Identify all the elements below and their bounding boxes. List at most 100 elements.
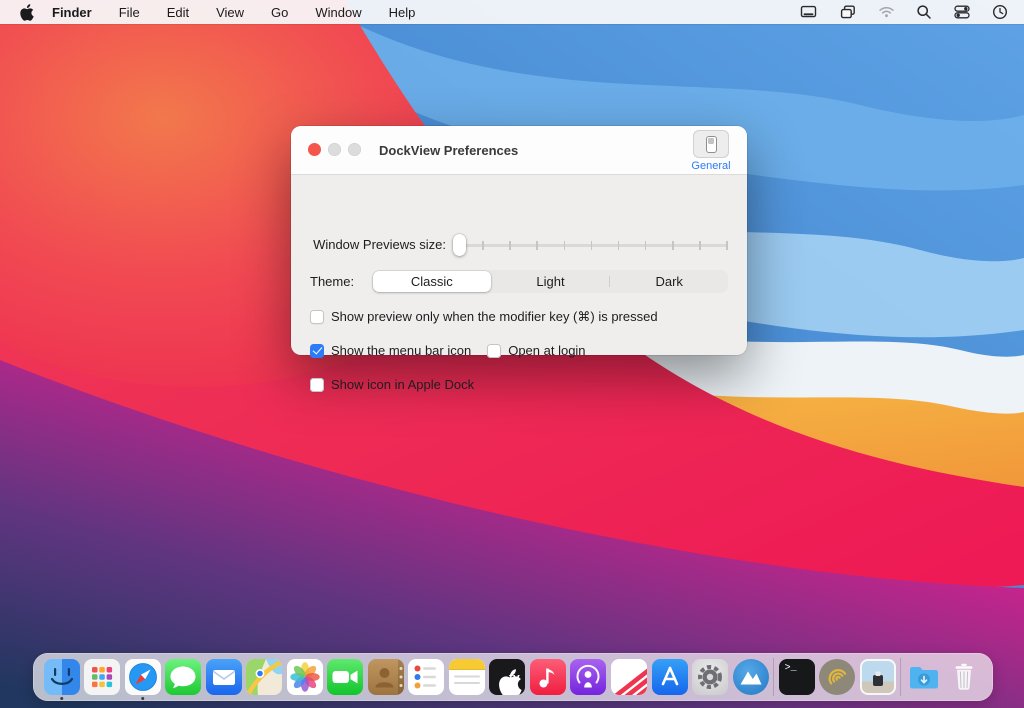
windows-icon[interactable] bbox=[839, 4, 857, 20]
notes-icon bbox=[449, 659, 485, 695]
slider-tick bbox=[645, 241, 647, 250]
dock-item-photos[interactable] bbox=[287, 659, 323, 695]
reminders-icon bbox=[408, 659, 444, 695]
dock-item-launchpad[interactable] bbox=[84, 659, 120, 695]
dock-item-facetime[interactable] bbox=[327, 659, 363, 695]
apple-dock-icon-label[interactable]: Show icon in Apple Dock bbox=[331, 377, 474, 392]
dock-item-tv[interactable]: tv bbox=[489, 659, 525, 695]
dock-item-dockview[interactable] bbox=[733, 659, 769, 695]
search-icon[interactable] bbox=[916, 4, 932, 20]
dock-item-contacts[interactable] bbox=[368, 659, 404, 695]
facetime-icon bbox=[327, 659, 363, 695]
dock-item-notes[interactable] bbox=[449, 659, 485, 695]
photos-icon bbox=[287, 659, 323, 695]
dock-item-system-preferences[interactable] bbox=[692, 659, 728, 695]
slider-tick bbox=[618, 241, 620, 250]
menu-window[interactable]: Window bbox=[315, 5, 361, 20]
dock-item-safari[interactable] bbox=[125, 659, 161, 695]
slider-ticks bbox=[455, 241, 728, 250]
close-button[interactable] bbox=[308, 143, 321, 156]
terminal-prompt: >_ bbox=[785, 663, 797, 674]
dock-item-mail[interactable] bbox=[206, 659, 242, 695]
dock-item-messages[interactable] bbox=[165, 659, 201, 695]
dock-item-audio-app[interactable] bbox=[819, 659, 855, 695]
open-at-login-checkbox[interactable] bbox=[487, 344, 501, 358]
dock-divider bbox=[773, 658, 774, 696]
menu-go[interactable]: Go bbox=[271, 5, 288, 20]
menu-bar-icon-row: Show the menu bar icon Open at login bbox=[310, 343, 586, 358]
mail-icon bbox=[206, 659, 242, 695]
slider-tick bbox=[564, 241, 566, 250]
news-icon bbox=[611, 659, 647, 695]
menu-view[interactable]: View bbox=[216, 5, 244, 20]
modifier-key-row: Show preview only when the modifier key … bbox=[310, 309, 658, 325]
mountain-icon bbox=[733, 659, 769, 695]
display-icon[interactable] bbox=[799, 4, 818, 20]
gear-icon bbox=[692, 659, 728, 695]
apple-dock-icon-checkbox[interactable] bbox=[310, 378, 324, 392]
menu-edit[interactable]: Edit bbox=[167, 5, 189, 20]
photo-thumbnail-icon bbox=[860, 659, 896, 695]
control-center-icon[interactable] bbox=[953, 4, 971, 20]
preview-size-label: Window Previews size: bbox=[310, 237, 446, 252]
trash-icon bbox=[946, 659, 982, 695]
zoom-button bbox=[348, 143, 361, 156]
svg-text:tv: tv bbox=[509, 671, 520, 685]
dock-item-trash[interactable] bbox=[946, 659, 982, 695]
slider-tick bbox=[591, 241, 593, 250]
dock: tv bbox=[33, 653, 993, 701]
window-title: DockView Preferences bbox=[379, 143, 518, 158]
downloads-folder-icon bbox=[906, 659, 942, 695]
app-store-icon bbox=[652, 659, 688, 695]
safari-icon bbox=[125, 659, 161, 695]
menu-app-name[interactable]: Finder bbox=[52, 5, 92, 20]
podcasts-icon bbox=[570, 659, 606, 695]
messages-icon bbox=[165, 659, 201, 695]
menu-bar: Finder File Edit View Go Window Help bbox=[0, 0, 1024, 24]
general-button-label: General bbox=[691, 160, 730, 172]
slider-knob[interactable] bbox=[453, 234, 466, 256]
window-titlebar: DockView Preferences General bbox=[291, 126, 747, 175]
dock-item-podcasts[interactable] bbox=[570, 659, 606, 695]
dockview-preferences-window: DockView Preferences General Window Prev… bbox=[291, 126, 747, 355]
apple-menu[interactable] bbox=[20, 4, 34, 21]
dock-item-music[interactable] bbox=[530, 659, 566, 695]
apple-logo-icon bbox=[20, 4, 34, 21]
apple-tv-icon: tv bbox=[489, 659, 525, 695]
slider-tick bbox=[699, 241, 701, 250]
modifier-key-label[interactable]: Show preview only when the modifier key … bbox=[331, 309, 658, 325]
menu-bar-icon-checkbox[interactable] bbox=[310, 344, 324, 358]
dock-item-maps[interactable] bbox=[246, 659, 282, 695]
dock-item-finder[interactable] bbox=[44, 659, 80, 695]
window-content: Window Previews size: Theme: Classic Lig… bbox=[291, 175, 747, 354]
preview-size-slider[interactable] bbox=[455, 234, 728, 256]
theme-option-classic[interactable]: Classic bbox=[373, 271, 491, 292]
open-at-login-label[interactable]: Open at login bbox=[508, 343, 585, 358]
slider-tick bbox=[726, 241, 728, 250]
dock-item-downloads[interactable] bbox=[906, 659, 942, 695]
menu-file[interactable]: File bbox=[119, 5, 140, 20]
minimize-button bbox=[328, 143, 341, 156]
dock-item-news[interactable] bbox=[611, 659, 647, 695]
maps-icon bbox=[246, 659, 282, 695]
slider-tick bbox=[672, 241, 674, 250]
menu-bar-icon-label[interactable]: Show the menu bar icon bbox=[331, 343, 471, 358]
slider-tick bbox=[536, 241, 538, 250]
dock-item-image-preview[interactable] bbox=[860, 659, 896, 695]
theme-option-light[interactable]: Light bbox=[492, 270, 610, 293]
menu-help[interactable]: Help bbox=[389, 5, 416, 20]
clock-icon[interactable] bbox=[992, 4, 1008, 20]
wifi-icon[interactable] bbox=[878, 4, 895, 20]
switch-icon bbox=[706, 136, 717, 153]
finder-icon bbox=[44, 659, 80, 695]
dock-item-terminal[interactable]: >_ bbox=[779, 659, 815, 695]
modifier-key-checkbox[interactable] bbox=[310, 310, 324, 324]
slider-tick bbox=[482, 241, 484, 250]
music-note-icon bbox=[530, 659, 566, 695]
theme-option-dark[interactable]: Dark bbox=[610, 270, 728, 293]
dock-item-reminders[interactable] bbox=[408, 659, 444, 695]
dock-divider bbox=[900, 658, 901, 696]
toolbar-general-button[interactable]: General bbox=[683, 130, 739, 172]
audio-waves-icon bbox=[819, 659, 855, 695]
dock-item-app-store[interactable] bbox=[652, 659, 688, 695]
